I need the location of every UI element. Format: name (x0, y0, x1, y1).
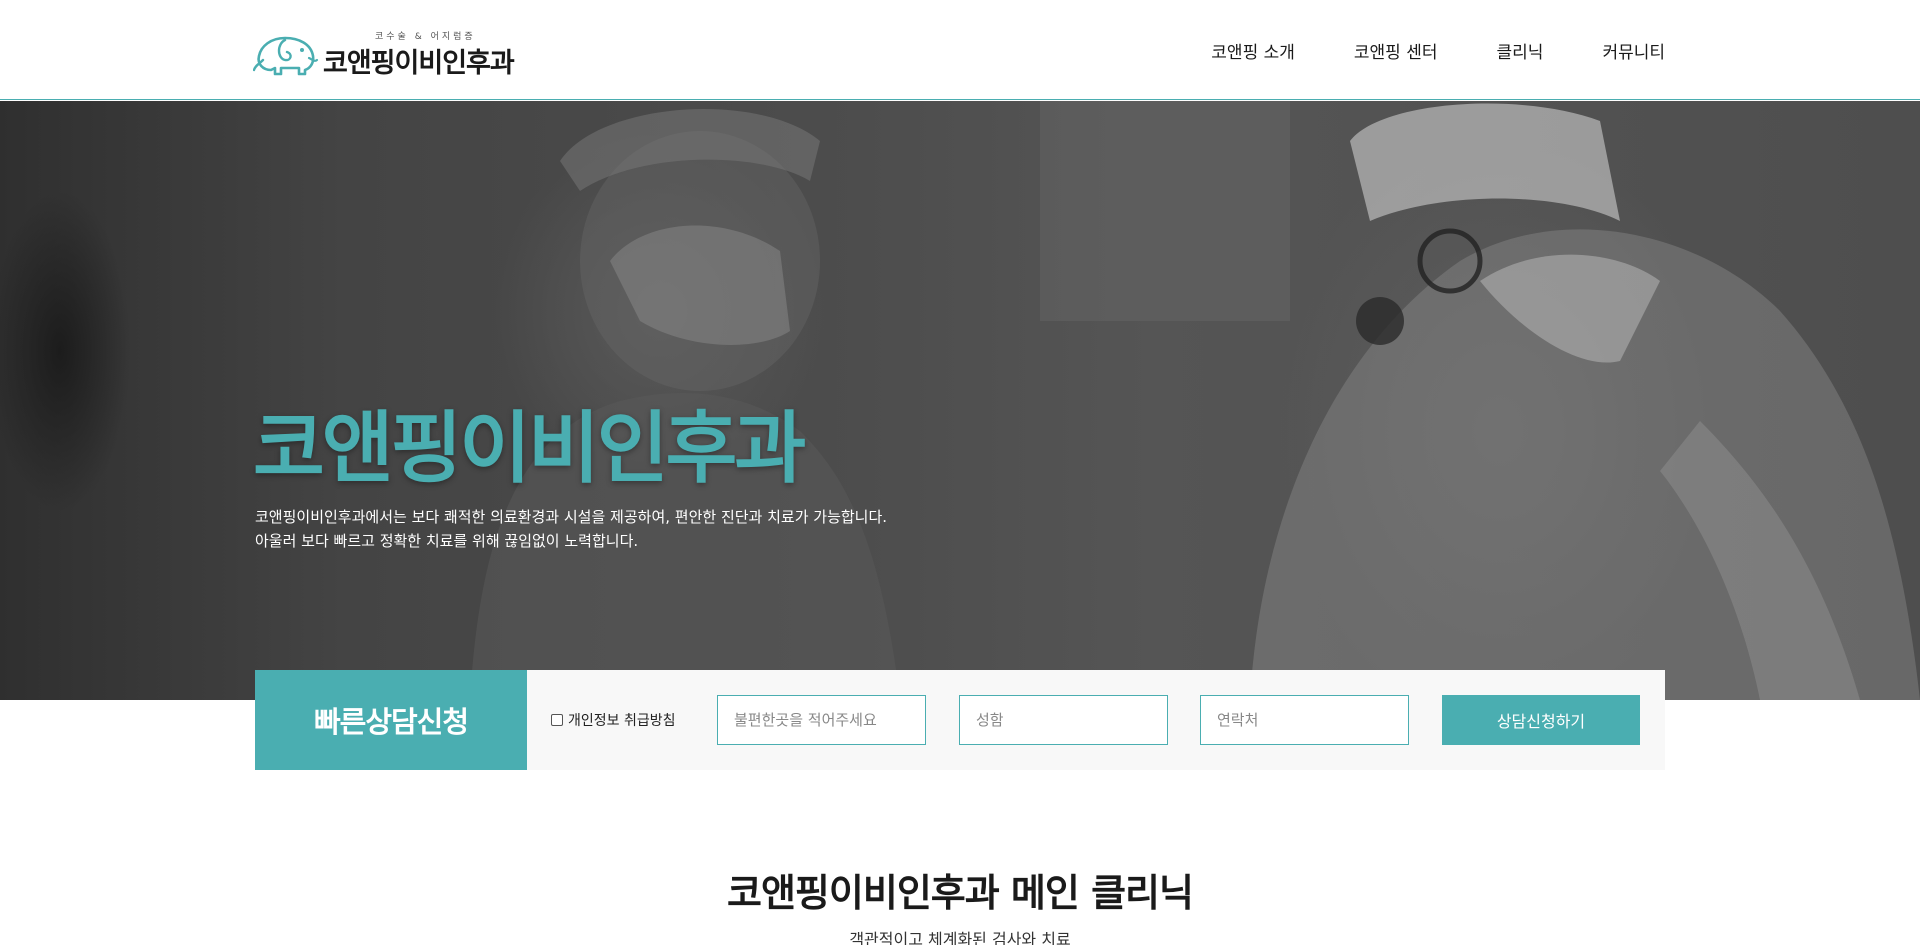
nav-item-center[interactable]: 코앤핑 센터 (1354, 38, 1438, 63)
checkbox-icon[interactable] (551, 714, 563, 726)
hero-description-line2: 아울러 보다 빠르고 정확한 치료를 위해 끊임없이 노력합니다. (255, 532, 639, 550)
main-nav: 코앤핑 소개 코앤핑 센터 클리닉 커뮤니티 (1152, 38, 1665, 63)
phone-input[interactable] (1200, 695, 1409, 745)
nav-item-clinic[interactable]: 클리닉 (1497, 38, 1544, 63)
name-input[interactable] (959, 695, 1168, 745)
logo-title: 코앤핑이비인후과 (323, 48, 515, 79)
site-header: 코수술 & 어지럼증 코앤핑이비인후과 코앤핑 소개 코앤핑 센터 클리닉 커뮤… (0, 0, 1920, 100)
consult-submit-button[interactable]: 상담신청하기 (1442, 695, 1640, 745)
section-title: 코앤핑이비인후과 메인 클리닉 (727, 871, 1194, 915)
quick-consult-bar: 빠른상담신청 개인정보 취급방침 상담신청하기 (255, 670, 1665, 770)
nav-item-community[interactable]: 커뮤니티 (1602, 38, 1665, 63)
elephant-logo-icon (253, 36, 319, 76)
hero-banner: 코앤핑이비인후과 코앤핑이비인후과에서는 보다 쾌적한 의료환경과 시설을 제공… (0, 101, 1920, 700)
symptom-input[interactable] (717, 695, 926, 745)
quick-consult-label: 빠른상담신청 (255, 670, 527, 770)
nav-item-about[interactable]: 코앤핑 소개 (1211, 38, 1295, 63)
site-logo[interactable]: 코수술 & 어지럼증 코앤핑이비인후과 (253, 28, 533, 79)
hero-description-line1: 코앤핑이비인후과에서는 보다 쾌적한 의료환경과 시설을 제공하여, 편안한 진… (255, 508, 888, 526)
section-subtitle: 객관적이고 체계화된 검사와 치료 (849, 930, 1071, 945)
hero-description: 코앤핑이비인후과에서는 보다 쾌적한 의료환경과 시설을 제공하여, 편안한 진… (255, 505, 887, 553)
privacy-policy-label: 개인정보 취급방침 (568, 713, 676, 729)
privacy-policy-checkbox[interactable]: 개인정보 취급방침 (551, 710, 676, 730)
hero-title: 코앤핑이비인후과 (253, 404, 806, 494)
